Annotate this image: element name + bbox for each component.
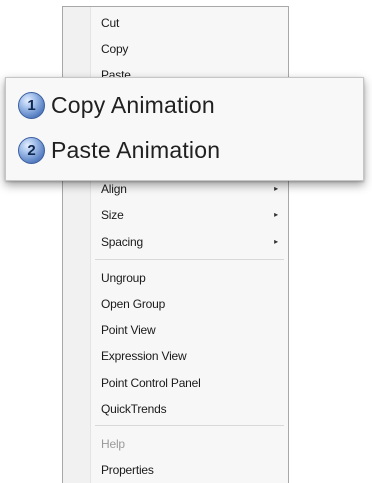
menu-item-spacing[interactable]: Spacing ▸ [101,232,280,252]
submenu-arrow-icon: ▸ [274,237,278,246]
menu-item-align[interactable]: Align ▸ [101,179,280,199]
menu-separator [95,425,284,426]
menu-item-point-control-panel[interactable]: Point Control Panel [101,373,280,393]
menu-item-quicktrends[interactable]: QuickTrends [101,399,280,419]
menu-item-label: Align [101,182,127,196]
menu-item-open-group[interactable]: Open Group [101,294,280,314]
menu-separator [95,259,284,260]
menu-item-point-view[interactable]: Point View [101,320,280,340]
menu-item-ungroup[interactable]: Ungroup [101,268,280,288]
animation-callout-panel: 1 Copy Animation 2 Paste Animation [5,77,364,181]
menu-item-cut[interactable]: Cut [101,13,280,33]
number-badge-icon: 1 [18,91,45,119]
paste-animation-label: Paste Animation [51,136,221,163]
menu-item-label: Size [101,208,124,222]
menu-item-properties[interactable]: Properties [101,460,280,480]
submenu-arrow-icon: ▸ [274,184,278,193]
menu-item-copy[interactable]: Copy [101,39,280,59]
menu-item-help: Help [101,437,125,451]
menu-item-expression-view[interactable]: Expression View [101,346,280,366]
menu-item-size[interactable]: Size ▸ [101,205,280,225]
copy-animation-label: Copy Animation [51,91,215,118]
menu-item-label: Spacing [101,235,143,249]
number-badge-icon: 2 [18,136,45,164]
submenu-arrow-icon: ▸ [274,210,278,219]
copy-animation-item[interactable]: 1 Copy Animation [18,88,215,122]
paste-animation-item[interactable]: 2 Paste Animation [18,133,220,167]
